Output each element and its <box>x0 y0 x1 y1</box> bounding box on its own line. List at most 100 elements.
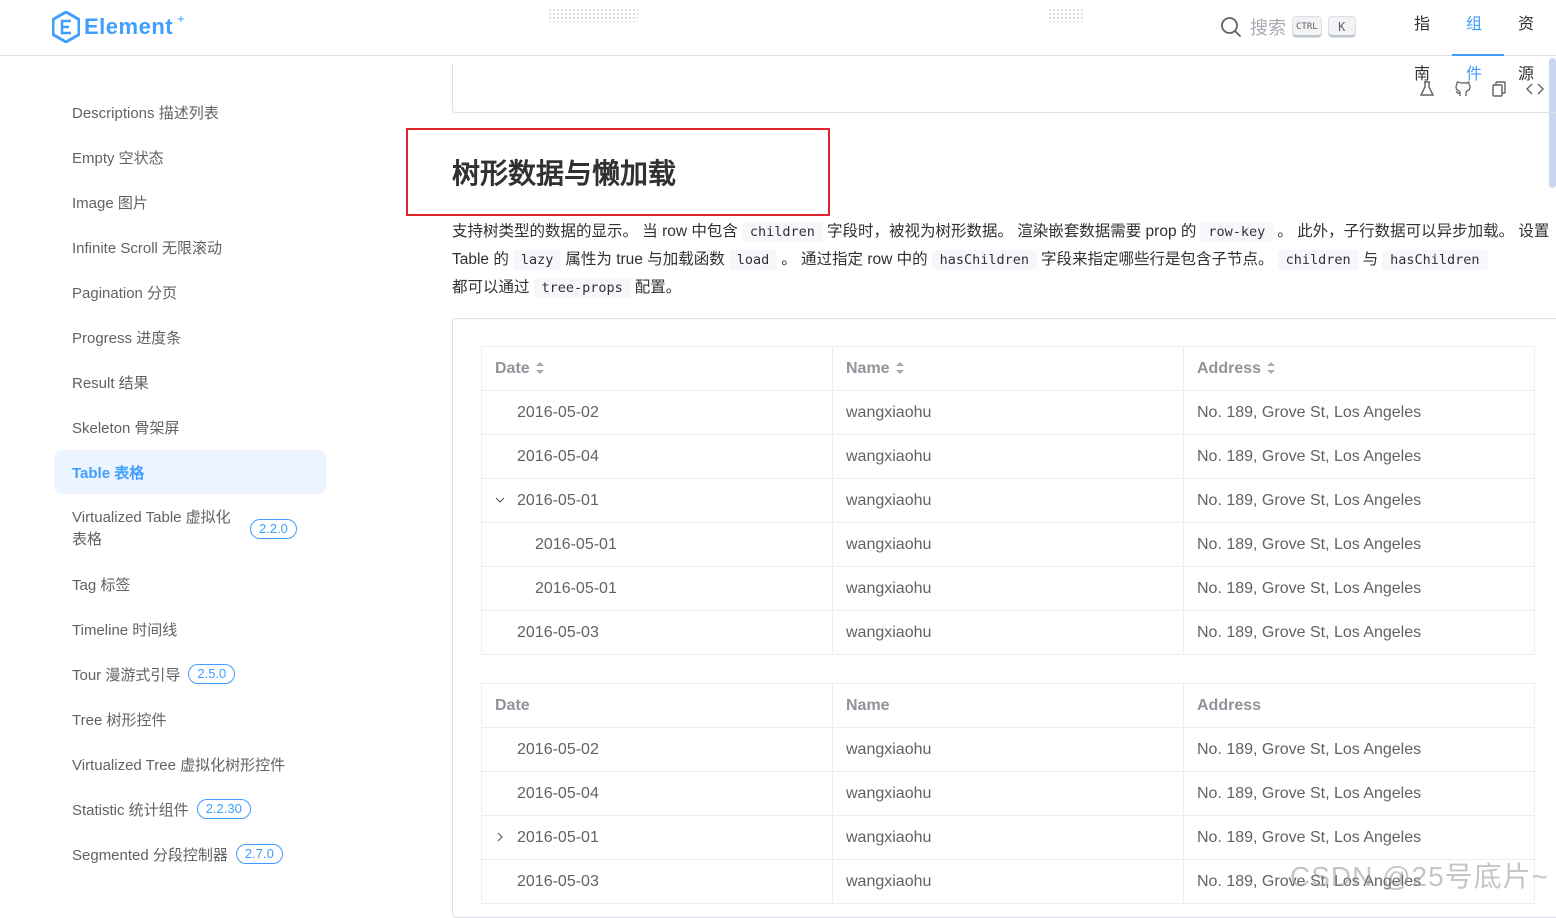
sidebar-item-timeline[interactable]: Timeline 时间线 <box>54 607 326 651</box>
date-cell: 2016-05-04 <box>481 771 833 816</box>
k-key-hint: K <box>1327 16 1356 38</box>
date-cell: 2016-05-04 <box>481 434 833 479</box>
table-row[interactable]: 2016-05-03 wangxiaohu No. 189, Grove St,… <box>481 859 1535 904</box>
code-haschildren: hasChildren <box>931 250 1038 270</box>
sidebar-item-table[interactable]: Table 表格 <box>54 450 326 494</box>
cell-text: 2016-05-03 <box>517 623 599 641</box>
element-logo-icon <box>52 11 80 43</box>
date-cell: 2016-05-03 <box>481 610 833 655</box>
sidebar-item-tag[interactable]: Tag 标签 <box>54 562 326 606</box>
table-row[interactable]: 2016-05-03 wangxiaohu No. 189, Grove St,… <box>481 610 1535 655</box>
sidebar-item-label: Timeline 时间线 <box>72 621 178 639</box>
version-badge: 2.2.0 <box>250 519 297 539</box>
code-haschildren: hasChildren <box>1382 250 1488 270</box>
search-button[interactable]: 搜索 CTRL K <box>1220 12 1356 42</box>
address-cell: No. 189, Grove St, Los Angeles <box>1183 610 1535 655</box>
cell-text: 2016-05-04 <box>517 784 599 802</box>
table-row[interactable]: 2016-05-01 wangxiaohu No. 189, Grove St,… <box>481 815 1535 860</box>
logo-text: Element <box>84 14 174 39</box>
sidebar-item-empty[interactable]: Empty 空状态 <box>54 135 326 179</box>
sidebar-item-progress[interactable]: Progress 进度条 <box>54 315 326 359</box>
sidebar-item-tree[interactable]: Tree 树形控件 <box>54 697 326 741</box>
sidebar-item-label: Tree 树形控件 <box>72 711 167 729</box>
sort-caret-icon[interactable] <box>1266 361 1276 375</box>
column-header-address: Address <box>1183 683 1535 728</box>
address-cell: No. 189, Grove St, Los Angeles <box>1183 859 1535 904</box>
sidebar-item-descriptions[interactable]: Descriptions 描述列表 <box>54 101 326 123</box>
column-header-name[interactable]: Name <box>832 346 1184 391</box>
sidebar-item-result[interactable]: Result 结果 <box>54 360 326 404</box>
search-placeholder: 搜索 <box>1250 18 1286 38</box>
sidebar-item-statistic[interactable]: Statistic 统计组件 2.2.30 <box>54 787 326 831</box>
address-cell: No. 189, Grove St, Los Angeles <box>1183 566 1535 611</box>
sidebar-item-infinite-scroll[interactable]: Infinite Scroll 无限滚动 <box>54 225 326 269</box>
sort-caret-icon[interactable] <box>535 361 545 375</box>
sidebar-item-image[interactable]: Image 图片 <box>54 180 326 224</box>
code-icon[interactable] <box>1526 80 1544 98</box>
date-cell: 2016-05-01 <box>481 478 833 523</box>
section-description: 支持树类型的数据的显示。 当 row 中包含 children 字段时，被视为树形数… <box>452 218 1556 302</box>
table-row[interactable]: 2016-05-01 wangxiaohu No. 189, Grove St,… <box>481 478 1535 523</box>
table-row[interactable]: 2016-05-04 wangxiaohu No. 189, Grove St,… <box>481 434 1535 479</box>
chevron-down-icon[interactable] <box>495 493 517 508</box>
address-cell: No. 189, Grove St, Los Angeles <box>1183 522 1535 567</box>
name-cell: wangxiaohu <box>832 478 1184 523</box>
cell-text: 2016-05-01 <box>535 579 617 597</box>
name-cell: wangxiaohu <box>832 434 1184 479</box>
table-row[interactable]: 2016-05-02 wangxiaohu No. 189, Grove St,… <box>481 727 1535 772</box>
sidebar-item-label: Empty 空状态 <box>72 149 164 167</box>
address-cell: No. 189, Grove St, Los Angeles <box>1183 771 1535 816</box>
sidebar-item-label: Descriptions 描述列表 <box>72 104 219 122</box>
nav-components[interactable]: 组件 <box>1452 0 1504 83</box>
github-icon[interactable] <box>1454 80 1472 98</box>
copy-icon[interactable] <box>1490 80 1508 98</box>
desc-text: 。 通过指定 row 中的 <box>781 251 928 268</box>
address-cell: No. 189, Grove St, Los Angeles <box>1183 434 1535 479</box>
column-header-address[interactable]: Address <box>1183 346 1535 391</box>
sidebar-item-virtualized-tree[interactable]: Virtualized Tree 虚拟化树形控件 <box>54 742 326 786</box>
table-row[interactable]: 2016-05-01 wangxiaohu No. 189, Grove St,… <box>481 522 1535 567</box>
desc-text: 字段时，被视为树形数据。 渲染嵌套数据需要 prop 的 <box>826 223 1197 240</box>
desc-text: 都可以通过 <box>452 279 530 296</box>
cell-text: 2016-05-02 <box>517 740 599 758</box>
sidebar-item-segmented[interactable]: Segmented 分段控制器 2.7.0 <box>54 832 326 876</box>
ctrl-key-hint: CTRL <box>1292 16 1322 38</box>
header-label: Address <box>1197 359 1262 377</box>
sidebar-item-pagination[interactable]: Pagination 分页 <box>54 270 326 314</box>
sidebar-item-label: Tour 漫游式引导 <box>72 666 181 684</box>
desc-text: 支持树类型的数据的显示。 当 row 中包含 <box>452 223 738 240</box>
sidebar-item-label: Statistic 统计组件 <box>72 801 189 819</box>
element-logo[interactable]: Element + <box>52 10 185 44</box>
column-header-date[interactable]: Date <box>481 346 833 391</box>
nav-guide[interactable]: 指南 <box>1400 0 1452 83</box>
table-header-row: Date Name Address <box>481 346 1535 391</box>
name-cell: wangxiaohu <box>832 610 1184 655</box>
name-cell: wangxiaohu <box>832 522 1184 567</box>
desc-text: 配置。 <box>634 279 682 296</box>
sidebar-item-skeleton[interactable]: Skeleton 骨架屏 <box>54 405 326 449</box>
chevron-right-icon[interactable] <box>495 830 517 845</box>
nav-resources[interactable]: 资源 <box>1504 0 1556 83</box>
table-row[interactable]: 2016-05-01 wangxiaohu No. 189, Grove St,… <box>481 566 1535 611</box>
flask-icon[interactable] <box>1418 80 1436 98</box>
version-badge: 2.7.0 <box>235 844 283 864</box>
sidebar-item-label: Progress 进度条 <box>72 329 182 347</box>
decorative-dots <box>548 8 638 22</box>
sidebar-item-tour[interactable]: Tour 漫游式引导 2.5.0 <box>54 652 326 696</box>
top-nav: 指南 组件 资源 <box>1400 0 1556 83</box>
code-children: children <box>1277 250 1359 270</box>
table-row[interactable]: 2016-05-02 wangxiaohu No. 189, Grove St,… <box>481 390 1535 435</box>
logo-plus: + <box>177 10 185 26</box>
table-row[interactable]: 2016-05-04 wangxiaohu No. 189, Grove St,… <box>481 771 1535 816</box>
sort-caret-icon[interactable] <box>895 361 905 375</box>
name-cell: wangxiaohu <box>832 566 1184 611</box>
code-lazy: lazy <box>512 250 562 270</box>
cell-text: 2016-05-01 <box>517 491 599 509</box>
sidebar-item-label: Virtualized Tree 虚拟化树形控件 <box>72 756 286 774</box>
header-label: Date <box>495 359 530 377</box>
address-cell: No. 189, Grove St, Los Angeles <box>1183 478 1535 523</box>
cell-text: 2016-05-02 <box>517 403 599 421</box>
sidebar-item-label: Image 图片 <box>72 194 148 212</box>
cell-text: 2016-05-01 <box>517 828 599 846</box>
sidebar-item-virtualized-table[interactable]: Virtualized Table 虚拟化表格 2.2.0 <box>54 505 326 553</box>
